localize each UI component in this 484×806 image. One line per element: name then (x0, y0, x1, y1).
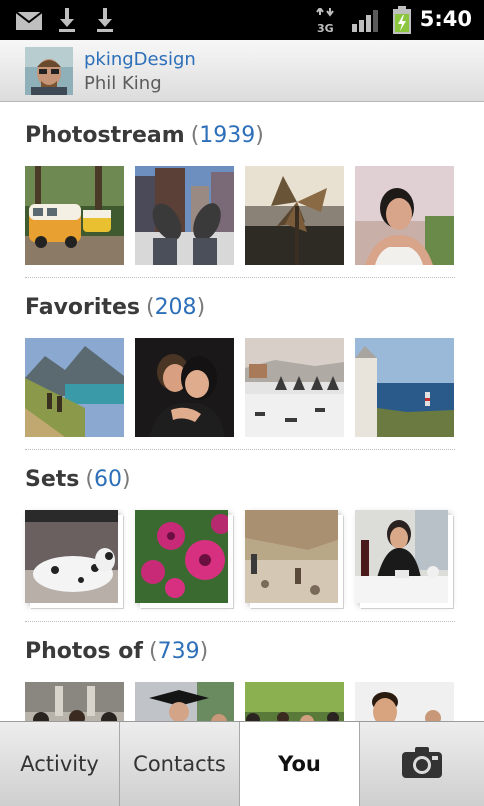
section-title: Sets (25, 467, 80, 492)
photo-thumbnail[interactable] (245, 166, 344, 265)
battery-charging-icon (392, 6, 412, 38)
photo-thumbnail[interactable] (245, 338, 344, 437)
tab-you[interactable]: You (240, 722, 360, 806)
section-header-photos-of[interactable]: Photos of (739) (25, 639, 208, 664)
photo-thumbnail[interactable] (25, 338, 124, 437)
section-count: (208) (145, 295, 206, 320)
tab-contacts[interactable]: Contacts (120, 722, 240, 806)
photo-thumbnail[interactable] (135, 166, 234, 265)
section-count: (739) (148, 639, 209, 664)
photo-thumbnail[interactable] (135, 338, 234, 437)
network-3g-icon: 3G (316, 6, 336, 38)
set-thumbnail[interactable] (245, 510, 338, 603)
section-count: (60) (85, 467, 131, 492)
photo-thumbnail[interactable] (355, 338, 454, 437)
set-thumbnail[interactable] (135, 510, 228, 603)
tab-label: You (278, 752, 321, 776)
bottom-tab-bar: Activity Contacts You (0, 721, 484, 806)
tab-label: Activity (20, 752, 99, 776)
status-bar: 3G 5:40 (0, 0, 484, 40)
section-count: (1939) (190, 123, 264, 148)
photo-thumbnail[interactable] (25, 166, 124, 265)
profile-header[interactable]: pkingDesign Phil King (0, 40, 484, 102)
section-divider (25, 277, 455, 278)
download-icon (58, 8, 76, 36)
svg-text:3G: 3G (317, 22, 334, 34)
section-title: Photos of (25, 639, 143, 664)
tab-label: Contacts (133, 752, 226, 776)
clock: 5:40 (419, 7, 472, 31)
section-header-sets[interactable]: Sets (60) (25, 467, 131, 492)
avatar (25, 47, 73, 95)
section-header-favorites[interactable]: Favorites (208) (25, 295, 205, 320)
photo-thumbnail[interactable] (355, 166, 454, 265)
profile-username[interactable]: pkingDesign (84, 49, 196, 70)
tab-activity[interactable]: Activity (0, 722, 120, 806)
section-title: Photostream (25, 123, 185, 148)
section-divider (25, 449, 455, 450)
section-title: Favorites (25, 295, 140, 320)
set-thumbnail[interactable] (25, 510, 118, 603)
set-thumbnail[interactable] (355, 510, 448, 603)
camera-icon (402, 746, 442, 783)
section-header-photostream[interactable]: Photostream (1939) (25, 123, 264, 148)
tab-camera[interactable] (360, 722, 484, 806)
mail-icon (15, 11, 43, 34)
profile-real-name: Phil King (84, 73, 162, 94)
section-divider (25, 621, 455, 622)
signal-icon (352, 10, 378, 36)
download-icon (96, 8, 114, 36)
